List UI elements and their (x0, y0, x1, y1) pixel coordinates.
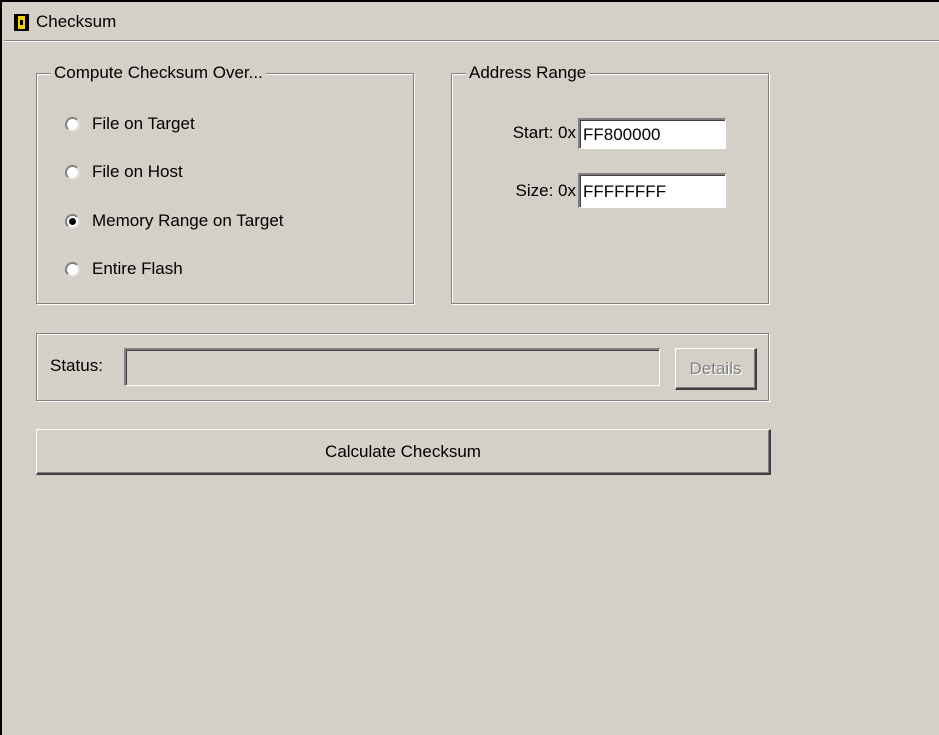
size-input[interactable] (578, 173, 726, 208)
radio-label-entire-flash: Entire Flash (92, 259, 183, 278)
radio-entire-flash[interactable]: Entire Flash (65, 256, 183, 282)
calculate-checksum-button[interactable]: Calculate Checksum (36, 429, 771, 475)
radio-button-file-on-host[interactable] (65, 164, 80, 180)
radio-label-file-on-host: File on Host (92, 162, 183, 181)
address-range-group: Address Range Start: 0x Size: 0x (451, 62, 769, 304)
window-title: Checksum (36, 12, 117, 31)
radio-label-file-on-target: File on Target (92, 114, 195, 133)
status-field (124, 348, 660, 386)
radio-file-on-host[interactable]: File on Host (65, 159, 183, 185)
status-label: Status: (50, 356, 103, 375)
checksum-window: Checksum Compute Checksum Over... File o… (0, 0, 939, 735)
radio-memory-range-on-target[interactable]: Memory Range on Target (65, 208, 284, 234)
details-button[interactable]: Details (675, 348, 757, 390)
compute-checksum-legend: Compute Checksum Over... (51, 62, 266, 84)
start-label: Start: 0x (512, 123, 576, 142)
status-panel: Status: Details (36, 333, 769, 401)
start-address-input[interactable] (578, 118, 726, 149)
address-range-legend: Address Range (466, 62, 590, 84)
title-bar: Checksum (4, 4, 939, 41)
radio-label-memory-range-on-target: Memory Range on Target (92, 211, 284, 230)
radio-button-memory-range-on-target[interactable] (65, 213, 80, 229)
radio-button-entire-flash[interactable] (65, 261, 80, 277)
compute-checksum-group: Compute Checksum Over... File on Target … (36, 62, 414, 304)
radio-button-file-on-target[interactable] (65, 116, 80, 132)
size-label: Size: 0x (515, 181, 576, 200)
radio-file-on-target[interactable]: File on Target (65, 111, 195, 137)
app-logo-icon (14, 14, 29, 31)
